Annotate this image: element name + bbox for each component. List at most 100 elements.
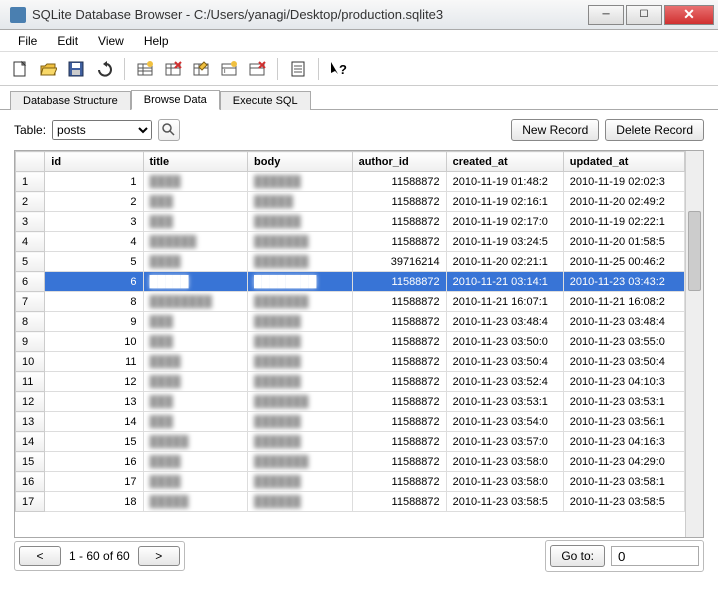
cell-author-id[interactable]: 11588872 bbox=[352, 292, 446, 312]
cell-body[interactable]: ██████ bbox=[248, 492, 353, 512]
data-table[interactable]: id title body author_id created_at updat… bbox=[15, 151, 685, 512]
row-number[interactable]: 6 bbox=[16, 272, 45, 292]
goto-input[interactable] bbox=[611, 546, 699, 566]
table-row[interactable]: 1516███████████115888722010-11-23 03:58:… bbox=[16, 452, 685, 472]
cell-title[interactable]: ███ bbox=[143, 212, 248, 232]
cell-body[interactable]: ██████ bbox=[248, 332, 353, 352]
cell-title[interactable]: ████ bbox=[143, 452, 248, 472]
tab-sql[interactable]: Execute SQL bbox=[220, 91, 311, 110]
cell-created-at[interactable]: 2010-11-19 01:48:2 bbox=[446, 172, 563, 192]
table-row[interactable]: 1112██████████115888722010-11-23 03:52:4… bbox=[16, 372, 685, 392]
table-row[interactable]: 1617██████████115888722010-11-23 03:58:0… bbox=[16, 472, 685, 492]
tab-browse[interactable]: Browse Data bbox=[131, 90, 220, 110]
cell-body[interactable]: ██████ bbox=[248, 372, 353, 392]
prev-page-button[interactable]: < bbox=[19, 546, 61, 566]
cell-author-id[interactable]: 11588872 bbox=[352, 212, 446, 232]
row-number[interactable]: 1 bbox=[16, 172, 45, 192]
cell-title[interactable]: █████ bbox=[143, 492, 248, 512]
cell-created-at[interactable]: 2010-11-23 03:58:5 bbox=[446, 492, 563, 512]
cell-id[interactable]: 5 bbox=[45, 252, 143, 272]
cell-created-at[interactable]: 2010-11-21 16:07:1 bbox=[446, 292, 563, 312]
table-row[interactable]: 1213██████████115888722010-11-23 03:53:1… bbox=[16, 392, 685, 412]
table-row[interactable]: 78███████████████115888722010-11-21 16:0… bbox=[16, 292, 685, 312]
table-row[interactable]: 66█████████████115888722010-11-21 03:14:… bbox=[16, 272, 685, 292]
cell-title[interactable]: █████ bbox=[143, 272, 248, 292]
delete-record-button[interactable]: Delete Record bbox=[605, 119, 704, 141]
table-row[interactable]: 22████████115888722010-11-19 02:16:12010… bbox=[16, 192, 685, 212]
cell-updated-at[interactable]: 2010-11-23 03:58:1 bbox=[563, 472, 684, 492]
modify-table-icon[interactable] bbox=[189, 57, 213, 81]
cell-title[interactable]: ███ bbox=[143, 412, 248, 432]
cell-author-id[interactable]: 11588872 bbox=[352, 472, 446, 492]
create-table-icon[interactable] bbox=[133, 57, 157, 81]
cell-body[interactable]: ██████ bbox=[248, 312, 353, 332]
cell-id[interactable]: 10 bbox=[45, 332, 143, 352]
table-row[interactable]: 89█████████115888722010-11-23 03:48:4201… bbox=[16, 312, 685, 332]
cell-id[interactable]: 12 bbox=[45, 372, 143, 392]
cell-id[interactable]: 4 bbox=[45, 232, 143, 252]
row-number[interactable]: 4 bbox=[16, 232, 45, 252]
menu-file[interactable]: File bbox=[8, 34, 47, 48]
cell-author-id[interactable]: 11588872 bbox=[352, 272, 446, 292]
cell-author-id[interactable]: 11588872 bbox=[352, 312, 446, 332]
cell-created-at[interactable]: 2010-11-23 03:53:1 bbox=[446, 392, 563, 412]
cell-created-at[interactable]: 2010-11-23 03:54:0 bbox=[446, 412, 563, 432]
col-title[interactable]: title bbox=[143, 152, 248, 172]
table-row[interactable]: 44█████████████115888722010-11-19 03:24:… bbox=[16, 232, 685, 252]
menu-edit[interactable]: Edit bbox=[47, 34, 88, 48]
delete-table-icon[interactable] bbox=[161, 57, 185, 81]
cell-body[interactable]: ██████ bbox=[248, 352, 353, 372]
cell-id[interactable]: 9 bbox=[45, 312, 143, 332]
cell-body[interactable]: ██████ bbox=[248, 412, 353, 432]
table-select[interactable]: posts bbox=[52, 120, 152, 140]
cell-body[interactable]: ████████ bbox=[248, 272, 353, 292]
cell-author-id[interactable]: 11588872 bbox=[352, 372, 446, 392]
table-row[interactable]: 1415███████████115888722010-11-23 03:57:… bbox=[16, 432, 685, 452]
cell-author-id[interactable]: 11588872 bbox=[352, 392, 446, 412]
cell-title[interactable]: ████ bbox=[143, 172, 248, 192]
cell-created-at[interactable]: 2010-11-21 03:14:1 bbox=[446, 272, 563, 292]
cell-title[interactable]: █████ bbox=[143, 432, 248, 452]
cell-updated-at[interactable]: 2010-11-23 03:48:4 bbox=[563, 312, 684, 332]
col-author-id[interactable]: author_id bbox=[352, 152, 446, 172]
cell-updated-at[interactable]: 2010-11-23 03:55:0 bbox=[563, 332, 684, 352]
menu-view[interactable]: View bbox=[88, 34, 134, 48]
cell-title[interactable]: ████ bbox=[143, 472, 248, 492]
cell-updated-at[interactable]: 2010-11-23 03:43:2 bbox=[563, 272, 684, 292]
maximize-button[interactable]: ☐ bbox=[626, 5, 662, 25]
search-button[interactable] bbox=[158, 119, 180, 141]
cell-author-id[interactable]: 11588872 bbox=[352, 492, 446, 512]
col-body[interactable]: body bbox=[248, 152, 353, 172]
row-number[interactable]: 5 bbox=[16, 252, 45, 272]
cell-created-at[interactable]: 2010-11-19 02:16:1 bbox=[446, 192, 563, 212]
row-number[interactable]: 8 bbox=[16, 312, 45, 332]
goto-button[interactable]: Go to: bbox=[550, 545, 605, 567]
undo-icon[interactable] bbox=[92, 57, 116, 81]
delete-index-icon[interactable] bbox=[245, 57, 269, 81]
cell-author-id[interactable]: 11588872 bbox=[352, 332, 446, 352]
cell-created-at[interactable]: 2010-11-19 02:17:0 bbox=[446, 212, 563, 232]
cell-created-at[interactable]: 2010-11-23 03:58:0 bbox=[446, 472, 563, 492]
cell-id[interactable]: 15 bbox=[45, 432, 143, 452]
row-number[interactable]: 15 bbox=[16, 452, 45, 472]
new-record-button[interactable]: New Record bbox=[511, 119, 599, 141]
cell-id[interactable]: 14 bbox=[45, 412, 143, 432]
row-number[interactable]: 7 bbox=[16, 292, 45, 312]
row-number[interactable]: 10 bbox=[16, 352, 45, 372]
cell-updated-at[interactable]: 2010-11-23 04:10:3 bbox=[563, 372, 684, 392]
cell-updated-at[interactable]: 2010-11-23 04:29:0 bbox=[563, 452, 684, 472]
log-icon[interactable] bbox=[286, 57, 310, 81]
col-rownum[interactable] bbox=[16, 152, 45, 172]
cell-title[interactable]: ████ bbox=[143, 252, 248, 272]
cell-updated-at[interactable]: 2010-11-23 03:56:1 bbox=[563, 412, 684, 432]
cell-created-at[interactable]: 2010-11-19 03:24:5 bbox=[446, 232, 563, 252]
cell-updated-at[interactable]: 2010-11-19 02:22:1 bbox=[563, 212, 684, 232]
cell-id[interactable]: 18 bbox=[45, 492, 143, 512]
cell-updated-at[interactable]: 2010-11-23 04:16:3 bbox=[563, 432, 684, 452]
table-row[interactable]: 11██████████115888722010-11-19 01:48:220… bbox=[16, 172, 685, 192]
table-row[interactable]: 1011██████████115888722010-11-23 03:50:4… bbox=[16, 352, 685, 372]
table-row[interactable]: 910█████████115888722010-11-23 03:50:020… bbox=[16, 332, 685, 352]
close-button[interactable]: ✕ bbox=[664, 5, 714, 25]
cell-body[interactable]: ██████ bbox=[248, 472, 353, 492]
cell-author-id[interactable]: 11588872 bbox=[352, 412, 446, 432]
